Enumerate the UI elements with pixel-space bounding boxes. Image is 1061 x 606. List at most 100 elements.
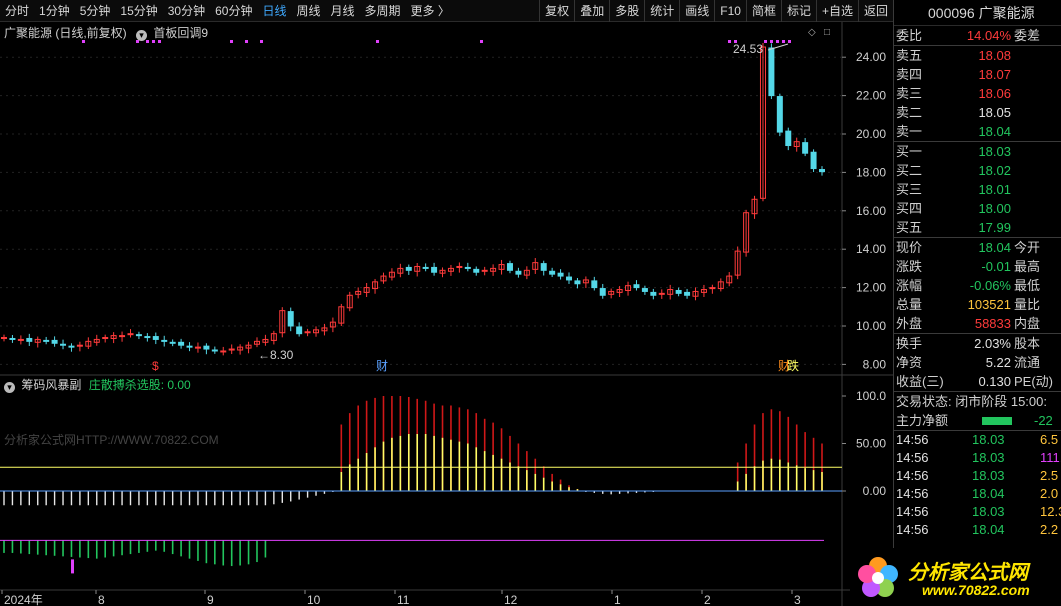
stat-label: 涨幅 <box>896 278 923 293</box>
formula-name[interactable]: 首板回调9 <box>153 26 208 40</box>
candle-body <box>17 338 24 341</box>
tick-time: 14:56 <box>896 432 929 447</box>
period-5min[interactable]: 5分钟 <box>75 0 116 22</box>
period-15min[interactable]: 15分钟 <box>115 0 162 22</box>
f10-button[interactable]: F10 <box>714 0 746 22</box>
ask-value: 18.06 <box>978 86 1011 101</box>
time-axis-label: 12 <box>504 593 518 606</box>
tick-price: 18.04 <box>972 522 1005 537</box>
main-net-row: 主力净额 -22 <box>894 411 1061 430</box>
signal-dot <box>376 40 379 43</box>
stat-label: 现价 <box>896 240 923 255</box>
candle-body <box>456 265 463 268</box>
candle-body <box>802 142 809 154</box>
tick-list[interactable]: 14:56 18.03 6.5 14:56 18.03 111.4 14:56 18.03 2.… <box>894 431 1061 539</box>
chart-area[interactable]: 24.00 22.00 20.00 18.00 16.00 14.00 12.00 10.00… <box>0 22 893 606</box>
ask-value: 18.04 <box>978 124 1011 139</box>
stat-row: 外盘 58833 内盘 <box>894 314 1061 333</box>
tick-time: 14:56 <box>896 450 929 465</box>
stat-right-label: 今开 <box>1014 240 1041 255</box>
candle-body <box>768 47 775 97</box>
candle-body <box>203 345 210 350</box>
stat2-label: 净资 <box>896 355 923 370</box>
chart-info-line: 广聚能源 (日线,前复权) ▾ 首板回调9 <box>4 24 208 41</box>
statistics-button[interactable]: 统计 <box>644 0 679 22</box>
multi-stock-button[interactable]: 多股 <box>609 0 644 22</box>
period-daily[interactable]: 日线 <box>257 0 291 22</box>
candle-body <box>591 280 598 289</box>
candle-body <box>633 284 640 289</box>
bid-label: 买五 <box>896 220 923 235</box>
period-intraday[interactable]: 分时 <box>0 0 34 22</box>
low-price-label: ←8.30 <box>258 348 294 362</box>
stat2-label: 收益(三) <box>896 374 944 389</box>
tick-time: 14:56 <box>896 468 929 483</box>
bid-label: 买四 <box>896 201 923 216</box>
bid-row: 买五 17.99 <box>894 218 1061 237</box>
indicator-name[interactable]: 筹码风暴副 <box>21 378 81 392</box>
candle-body <box>650 291 657 296</box>
weibi-value: 14.04% <box>966 28 1011 43</box>
candle-body <box>51 339 58 344</box>
candle-body <box>119 335 126 338</box>
period-weekly[interactable]: 周线 <box>291 0 325 22</box>
candle-body <box>76 344 83 347</box>
overlay-button[interactable]: 叠加 <box>574 0 609 22</box>
formula-toggle-icon[interactable]: ▾ <box>136 30 148 41</box>
add-watchlist-button[interactable]: +自选 <box>815 0 858 22</box>
mark-button[interactable]: 标记 <box>780 0 816 22</box>
indicator-info-line: ▾ 筹码风暴副 庄散搏杀选股: 0.00 <box>4 376 191 393</box>
period-multi[interactable]: 多周期 <box>360 0 406 22</box>
tick-row[interactable]: 14:56 18.03 12.3 <box>894 503 1061 521</box>
kline-chart-svg[interactable]: 24.0022.0020.0018.0016.0014.0012.0010.00… <box>0 22 893 606</box>
candle-body <box>43 339 50 342</box>
period-more[interactable]: 更多 〉 <box>406 0 455 22</box>
indicator-toggle-icon[interactable]: ▾ <box>4 382 15 393</box>
bid-value: 17.99 <box>978 220 1011 235</box>
tick-row[interactable]: 14:56 18.03 2.5 <box>894 467 1061 485</box>
tick-row[interactable]: 14:56 18.04 2.0 <box>894 485 1061 503</box>
candle-body <box>102 337 109 340</box>
tick-row[interactable]: 14:56 18.03 111.4 <box>894 449 1061 467</box>
signal-dot <box>230 40 233 43</box>
stat2-right-label: 股本 <box>1014 336 1041 351</box>
stat-right-label: 最高 <box>1014 259 1041 274</box>
ask-label: 卖二 <box>896 105 923 120</box>
signal-dot <box>782 40 785 43</box>
ask-row: 卖五 18.08 <box>894 46 1061 65</box>
candle-body <box>431 266 438 273</box>
period-1min[interactable]: 1分钟 <box>34 0 75 22</box>
stat-right-label: 最低 <box>1014 278 1041 293</box>
tick-row[interactable]: 14:56 18.03 6.5 <box>894 431 1061 449</box>
candle-body <box>211 349 218 352</box>
time-axis-label: 11 <box>397 593 410 606</box>
tick-price: 18.04 <box>972 486 1005 501</box>
stat2-row: 净资 5.22 流通 <box>894 353 1061 372</box>
candle-body <box>464 266 471 269</box>
period-monthly[interactable]: 月线 <box>326 0 360 22</box>
candle-body <box>549 270 556 275</box>
draw-line-button[interactable]: 画线 <box>679 0 714 22</box>
period-60min[interactable]: 60分钟 <box>210 0 257 22</box>
main-net-value: -22 <box>1034 413 1053 428</box>
candle-body <box>599 288 606 296</box>
high-price-label: 24.53 <box>733 42 763 56</box>
candle-body <box>506 263 513 271</box>
stock-title: 000096 广聚能源 <box>894 0 1061 26</box>
square-icon: □ <box>824 27 830 38</box>
time-axis-label: 8 <box>98 593 105 606</box>
price-axis-label: 12.00 <box>856 281 886 295</box>
candle-body <box>819 169 825 173</box>
bid-row: 买二 18.02 <box>894 161 1061 180</box>
tick-row[interactable]: 14:56 18.04 2.2 <box>894 521 1061 539</box>
stat-value: 103521 <box>967 297 1011 312</box>
main-net-label: 主力净额 <box>896 413 949 428</box>
simple-frame-button[interactable]: 简框 <box>745 0 781 22</box>
weibi-row: 委比 14.04% 委差 <box>894 26 1061 45</box>
tick-volume: 2.0 <box>1040 486 1059 501</box>
back-button[interactable]: 返回 <box>857 0 893 22</box>
tick-price: 18.03 <box>972 468 1005 483</box>
adjust-button[interactable]: 复权 <box>539 0 574 22</box>
ask-value: 18.05 <box>978 105 1011 120</box>
period-30min[interactable]: 30分钟 <box>163 0 210 22</box>
